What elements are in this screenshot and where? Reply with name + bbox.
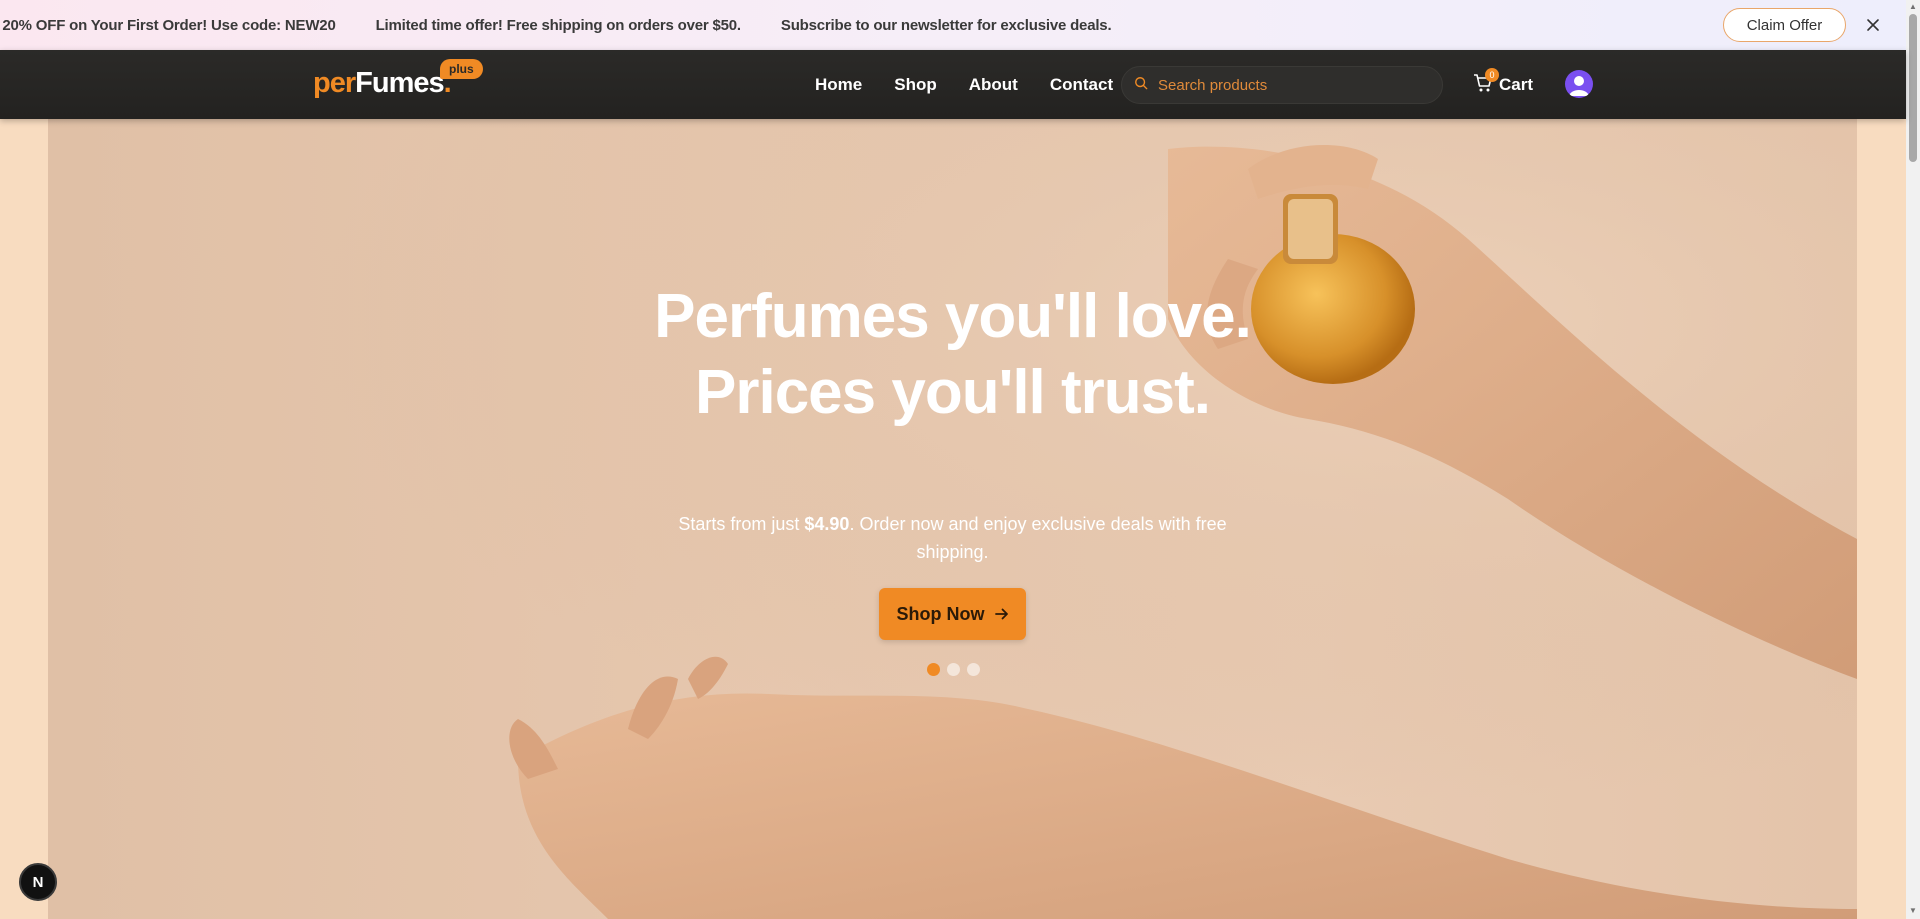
hero-price: $4.90 [804, 514, 850, 534]
search-bar [1121, 66, 1443, 104]
search-icon [1134, 76, 1148, 95]
scroll-thumb[interactable] [1909, 14, 1917, 162]
hero-subtitle-suffix: . Order now and enjoy exclusive deals wi… [849, 514, 1227, 534]
claim-offer-button[interactable]: Claim Offer [1723, 8, 1846, 42]
promo-bar: Get 20% OFF on Your First Order! Use cod… [0, 0, 1906, 50]
user-avatar-icon[interactable] [1565, 70, 1593, 98]
hero-subtitle-line2: shipping. [916, 542, 989, 562]
shop-now-button[interactable]: Shop Now [879, 588, 1026, 640]
carousel-dot-1[interactable] [927, 663, 940, 676]
logo-per: per [313, 67, 356, 99]
promo-marquee: Get 20% OFF on Your First Order! Use cod… [0, 0, 1151, 50]
n-badge[interactable]: N [19, 863, 57, 901]
scrollbar[interactable]: ▲ ▼ [1906, 0, 1920, 919]
nav-link-contact[interactable]: Contact [1050, 75, 1113, 95]
carousel-dots [927, 663, 987, 676]
navbar: per Fumes . plus Home Shop About Contact… [0, 50, 1906, 119]
carousel-dot-2[interactable] [947, 663, 960, 676]
search-input[interactable] [1158, 76, 1418, 94]
promo-message: Subscribe to our newsletter for exclusiv… [780, 16, 1112, 34]
hero-title-line2: Prices you'll trust. [694, 358, 1211, 427]
logo[interactable]: per Fumes . plus [313, 59, 483, 107]
hero-banner: Perfumes you'll love. Prices you'll trus… [48, 119, 1857, 919]
cart-label: Cart [1499, 75, 1534, 94]
hero-title-line1: Perfumes you'll love. [654, 282, 1252, 351]
promo-message: Limited time offer! Free shipping on ord… [375, 16, 742, 34]
nav-links: Home Shop About Contact [815, 50, 1145, 119]
hero-subtitle-prefix: Starts from just [678, 514, 805, 534]
logo-plus-badge: plus [440, 59, 483, 79]
close-icon[interactable] [1862, 14, 1884, 36]
nav-link-shop[interactable]: Shop [894, 75, 937, 95]
scroll-up-icon[interactable]: ▲ [1909, 2, 1917, 11]
cart-count-badge: 0 [1485, 68, 1499, 82]
promo-message: Get 20% OFF on Your First Order! Use cod… [0, 16, 336, 34]
hero-subtitle: Starts from just $4.90. Order now and en… [48, 510, 1857, 566]
shop-now-label: Shop Now [896, 603, 985, 624]
scroll-down-icon[interactable]: ▼ [1909, 906, 1917, 915]
nav-link-about[interactable]: About [969, 75, 1018, 95]
arrow-right-icon [994, 607, 1009, 621]
logo-fumes: Fumes [355, 67, 444, 99]
carousel-dot-3[interactable] [967, 663, 980, 676]
cart-button[interactable]: 0 Cart [1473, 68, 1534, 98]
nav-link-home[interactable]: Home [815, 75, 862, 95]
